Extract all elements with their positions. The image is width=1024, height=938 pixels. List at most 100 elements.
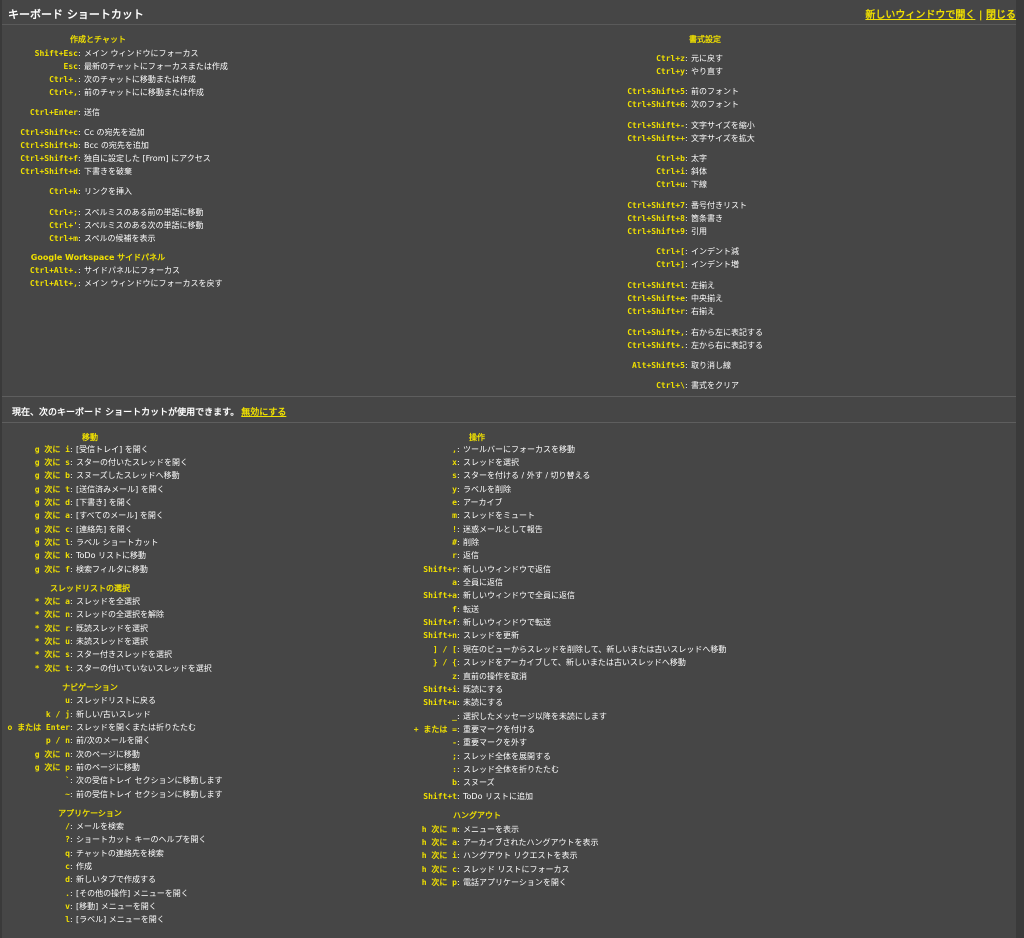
shortcut-description: 直前の操作を取消 [463,672,527,681]
dialog-title: キーボード ショートカット [8,8,144,21]
shortcut-row: -: 重要マークを外す [452,737,1007,749]
shortcut-keys: g 次に l [34,538,70,547]
shortcut-description: 電話アプリケーションを開く [463,878,567,887]
shortcut-keys: Ctrl+Alt+, [29,279,78,288]
shortcut-row: Alt+Shift+5: 取り消し線 [632,360,1005,372]
key-separator: : [685,87,688,96]
shortcut-row: Shift+r: 新しいウィンドウで返信 [423,564,1007,576]
shortcut-description: インデント増 [691,260,739,269]
shortcut-row: !: 迷惑メールとして報告 [452,524,1007,536]
shortcut-row: Ctrl+]: インデント増 [656,259,1005,271]
shortcut-row: Ctrl+y: やり直す [656,66,1005,78]
shortcut-keys: * 次に t [34,664,70,673]
shortcut-row: z: 直前の操作を取消 [452,671,1007,683]
shortcut-description: [移動] メニューを開く [76,902,157,911]
key-separator: : [78,208,81,217]
key-separator: : [70,551,73,560]
key-separator: : [70,902,73,911]
shortcut-row: m: スレッドをミュート [452,510,1007,522]
shortcut-description: スレッドを全選択 [76,597,140,606]
dialog-header: キーボード ショートカット 新しいウィンドウで開く | 閉じる [2,0,1016,25]
shortcut-row: Ctrl+Shift+-: 文字サイズを縮小 [627,120,1005,132]
shortcut-row: v: [移動] メニューを開く [65,901,490,913]
shortcut-description: スペルミスのある前の単語に移動 [84,208,204,217]
shortcut-description: 現在のビューからスレッドを削除して、新しいまたは古いスレッドへ移動 [463,645,727,654]
key-separator: : [70,565,73,574]
key-separator: : [685,134,688,143]
key-separator: : [685,121,688,130]
key-separator: : [457,525,460,534]
shortcut-keys: Shift+f [423,618,457,627]
shortcut-description: 転送 [463,605,479,614]
shortcut-row: Ctrl+Alt+.: サイドパネルにフォーカス [30,265,498,277]
shortcut-description: スヌーズしたスレッドへ移動 [76,471,180,480]
key-separator: : [457,685,460,694]
status-bar: 現在、次のキーボード ショートカットが使用できます。 無効にする [12,405,286,418]
shortcut-description: チャットの連絡先を検索 [76,849,164,858]
key-separator: : [70,498,73,507]
disable-shortcuts-link[interactable]: 無効にする [241,408,286,418]
shortcut-description: リンクを挿入 [84,187,132,196]
shortcut-row: Shift+a: 新しいウィンドウで全員に返信 [423,590,1007,602]
shortcut-keys: Ctrl+Shift+6 [627,100,685,109]
open-new-window-link[interactable]: 新しいウィンドウで開く [865,10,975,21]
shortcut-keys: Ctrl+Shift+l [627,281,685,290]
shortcut-keys: Alt+Shift+5 [632,361,685,370]
shortcut-description: 前のページに移動 [76,763,140,772]
shortcut-keys: Ctrl+Shift+7 [627,201,685,210]
shortcut-row: .: [その他の操作] メニューを開く [65,888,490,900]
shortcut-keys: * 次に u [34,637,70,646]
shortcut-keys: ! [452,525,457,534]
shortcut-description: [すべてのメール] を開く [76,511,164,520]
key-separator: : [70,862,73,871]
shortcut-keys: c [65,862,70,871]
close-link[interactable]: 閉じる [986,10,1016,21]
key-separator: : [70,849,73,858]
key-separator: : [78,279,81,288]
shortcut-description: スヌーズ [463,778,495,787]
key-separator: : [70,915,73,924]
shortcut-description: 取り消し線 [691,361,731,370]
section-title: 作成とチャット [70,35,126,44]
shortcut-description: スレッドを開くまたは折りたたむ [76,723,196,732]
shortcut-keys: ? [65,835,70,844]
key-separator: : [70,696,73,705]
shortcut-row: Ctrl+Shift+,: 右から左に表記する [627,327,1005,339]
shortcut-description: スレッド全体を展開する [463,752,551,761]
key-separator: : [457,511,460,520]
shortcut-description: [連絡先] を開く [76,525,133,534]
key-separator: : [457,631,460,640]
shortcut-keys: Ctrl+k [49,187,78,196]
shortcut-keys: Shift+r [423,565,457,574]
shortcut-description: [下書き] を開く [76,498,133,507]
shortcut-row: Ctrl+': スペルミスのある次の単語に移動 [49,220,498,232]
shortcut-description: 下線 [691,180,707,189]
shortcut-row: h 次に a: アーカイブされたハングアウトを表示 [422,837,1007,849]
shortcut-row: Ctrl+Shift+7: 番号付きリスト [627,200,1005,212]
key-separator: : [685,201,688,210]
section-title: アプリケーション [58,809,122,818]
key-separator: : [685,67,688,76]
shortcut-row: Ctrl+Shift+9: 引用 [627,226,1005,238]
section-title: 操作 [469,433,485,442]
key-separator: : [78,266,81,275]
shortcut-description: メールを検索 [76,822,124,831]
key-separator: : [70,471,73,480]
key-separator: : [70,790,73,799]
shortcut-row: Shift+u: 未読にする [423,697,1007,709]
key-separator: : [70,822,73,831]
key-separator: : [457,618,460,627]
key-separator: : [70,650,73,659]
shortcut-description: スターを付ける / 外す / 切り替える [463,471,591,480]
shortcut-description: スレッド リストにフォーカス [463,865,570,874]
shortcut-description: 返信 [463,551,479,560]
shortcut-row: ,: ツールバーにフォーカスを移動 [452,444,1007,456]
shortcut-description: メイン ウィンドウにフォーカスを戻す [84,279,223,288]
shortcut-description: 次のページに移動 [76,750,140,759]
shortcut-description: 前のフォント [691,87,739,96]
shortcut-keys: g 次に a [34,511,70,520]
key-separator: : [457,778,460,787]
shortcut-keys: - [452,738,457,747]
shortcut-keys: g 次に t [34,485,70,494]
shortcut-keys: Ctrl+; [49,208,78,217]
